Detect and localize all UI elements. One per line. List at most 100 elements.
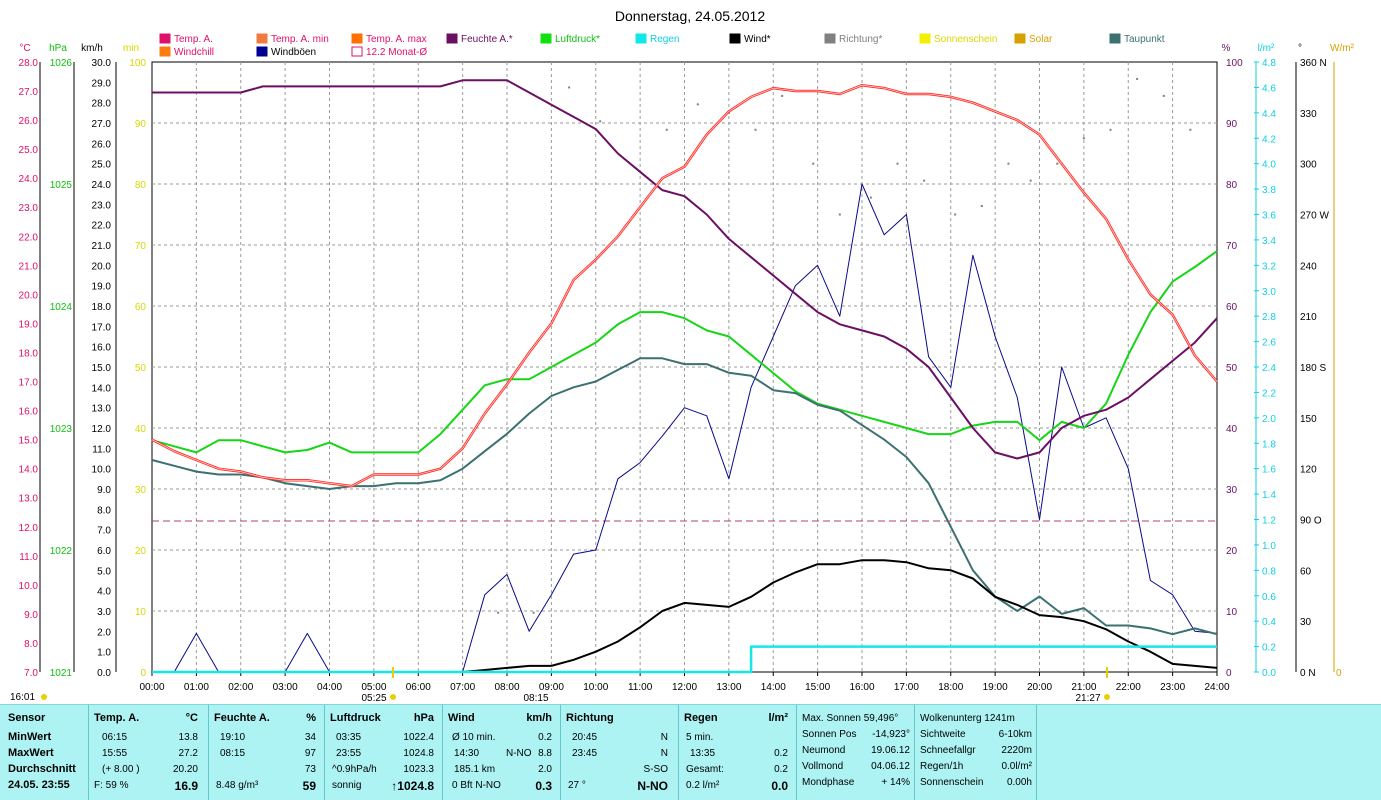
press-trend-note: ^0.9hPa/h (332, 764, 377, 775)
legend-label: Luftdruck* (555, 34, 600, 45)
min-tick-label: 30 (135, 485, 147, 496)
dir-max-value: N (660, 748, 668, 759)
temp-tick-label: 7.0 (24, 668, 38, 679)
min-tick-label: 90 (135, 119, 147, 130)
temp-tick-label: 25.0 (19, 145, 39, 156)
legend-swatch (540, 33, 552, 44)
legend-label: Feuchte A.* (461, 34, 513, 45)
chart-area: Donnerstag, 24.05.2012 Temp. A. Windchill T… (10, 8, 1355, 704)
rain-tick-label: 3.8 (1262, 185, 1276, 196)
min-tick-label: 100 (129, 58, 146, 69)
legend-label: Windböen (271, 47, 316, 58)
press-max-time: 23:55 (336, 748, 362, 759)
sensor-header: Sensor (8, 712, 46, 724)
pressure-axis-unit: hPa (49, 43, 67, 54)
wind-distance: 185.1 km (454, 764, 496, 775)
x-tick-label: 14:00 (761, 682, 786, 693)
sun-pos-label: Sonnen Pos (802, 729, 857, 740)
wind-axis-unit: km/h (81, 43, 103, 54)
wind-max-value: 8.8 (538, 748, 552, 759)
wind-tick-label: 17.0 (92, 322, 112, 333)
temp-min-time: 06:15 (102, 732, 128, 743)
min-tick-label: 0 (140, 668, 146, 679)
min-tick-label: 50 (135, 363, 147, 374)
x-tick-label: 10:00 (583, 682, 608, 693)
hum-current-value: 59 (302, 779, 316, 793)
direction-point (1007, 162, 1010, 165)
solar-axis-unit: W/m² (1330, 43, 1355, 54)
direction-point (568, 86, 571, 89)
wind-tick-label: 13.0 (92, 404, 112, 415)
temp-min-value: 13.8 (178, 732, 198, 743)
row-max-label: MaxWert (8, 747, 54, 759)
press-max-value: 1024.8 (403, 748, 434, 759)
direction-tick-label: 0 N (1300, 668, 1316, 679)
rain-day-note: 0.2 l/m² (686, 780, 720, 791)
x-tick-label: 09:00 (539, 682, 564, 693)
temp-tick-label: 19.0 (19, 319, 39, 330)
humidity-tick-label: 30 (1226, 485, 1238, 496)
pressure-column: Luftdruck hPa 03:35 1022.4 23:55 1024.8 … (324, 705, 443, 800)
full-moon-date: 04.06.12 (871, 761, 910, 772)
direction-point (923, 179, 926, 182)
dir-degrees: 27 ° (568, 780, 586, 791)
wind-tick-label: 15.0 (92, 363, 112, 374)
temp-max-value: 27.2 (178, 748, 198, 759)
temp-header: Temp. A. (94, 712, 140, 724)
wind-tick-label: 12.0 (92, 424, 112, 435)
legend-swatch (159, 33, 171, 44)
direction-tick-label: 30 (1300, 617, 1312, 628)
wind-beaufort: 0 Bft N-NO (452, 780, 501, 791)
x-tick-label: 08:00 (494, 682, 519, 693)
legend-swatch (351, 33, 363, 44)
rain-axis-unit: l/m² (1258, 43, 1275, 54)
rain-column: Regen l/m² 5 min. 13:35 0.2 Gesamt: 0.2 … (678, 705, 797, 800)
rain-tick-label: 2.6 (1262, 338, 1276, 349)
wind-tick-label: 8.0 (97, 505, 111, 516)
x-tick-label: 02:00 (228, 682, 253, 693)
temp-tick-label: 18.0 (19, 348, 39, 359)
wind-tick-label: 3.0 (97, 607, 111, 618)
x-tick-label: 05:00 (361, 682, 386, 693)
wind-tick-label: 23.0 (92, 200, 112, 211)
legend-label: Solar (1029, 34, 1053, 45)
x-tick-label: 01:00 (184, 682, 209, 693)
x-tick-label: 11:00 (628, 682, 653, 693)
rain-tick-label: 4.2 (1262, 134, 1276, 145)
sun-moon-column: Max. Sonnen 59,496° Sonnen Pos -14,923° … (796, 705, 915, 800)
legend-swatch (729, 33, 741, 44)
wind-tick-label: 6.0 (97, 546, 111, 557)
temp-max-time: 15:55 (102, 748, 128, 759)
stats-panel: Sensor MinWert MaxWert Durchschnitt 24.0… (0, 704, 1381, 800)
direction-tick-label: 270 W (1300, 211, 1329, 222)
direction-point (665, 128, 668, 131)
temp-tick-label: 27.0 (19, 87, 39, 98)
dir-max-time: 23:45 (572, 748, 598, 759)
legend-label: Richtung* (839, 34, 882, 45)
direction-tick-label: 210 (1300, 312, 1317, 323)
legend-label: Sonnenschein (934, 34, 997, 45)
rain-tick-label: 0.6 (1262, 592, 1276, 603)
direction-tick-label: 330 (1300, 109, 1317, 120)
min-tick-label: 60 (135, 302, 147, 313)
wind-tick-label: 26.0 (92, 139, 112, 150)
wind-tick-label: 10.0 (92, 465, 112, 476)
press-min-time: 03:35 (336, 732, 362, 743)
rain-tick-label: 2.8 (1262, 312, 1276, 323)
wind-tick-label: 14.0 (92, 383, 112, 394)
wind-tick-label: 18.0 (92, 302, 112, 313)
x-tick-label: 13:00 (716, 682, 741, 693)
rain-tick-label: 2.2 (1262, 388, 1276, 399)
wind-tick-label: 5.0 (97, 566, 111, 577)
direction-tick-label: 360 N (1300, 58, 1327, 69)
temp-tick-label: 14.0 (19, 465, 39, 476)
direction-point (812, 162, 815, 165)
direction-column: Richtung 20:45 N 23:45 N S-SO 27 ° N-NO (560, 705, 679, 800)
cloud-base: Wolkenunterg 1241m (920, 713, 1015, 724)
rain-tick-label: 3.2 (1262, 261, 1276, 272)
dir-current-value: N-NO (637, 779, 668, 793)
sunset-sun-icon (1104, 694, 1110, 700)
temp-tick-label: 8.0 (24, 639, 38, 650)
hum-current-note: 8.48 g/m³ (216, 780, 259, 791)
wind-tick-label: 9.0 (97, 485, 111, 496)
